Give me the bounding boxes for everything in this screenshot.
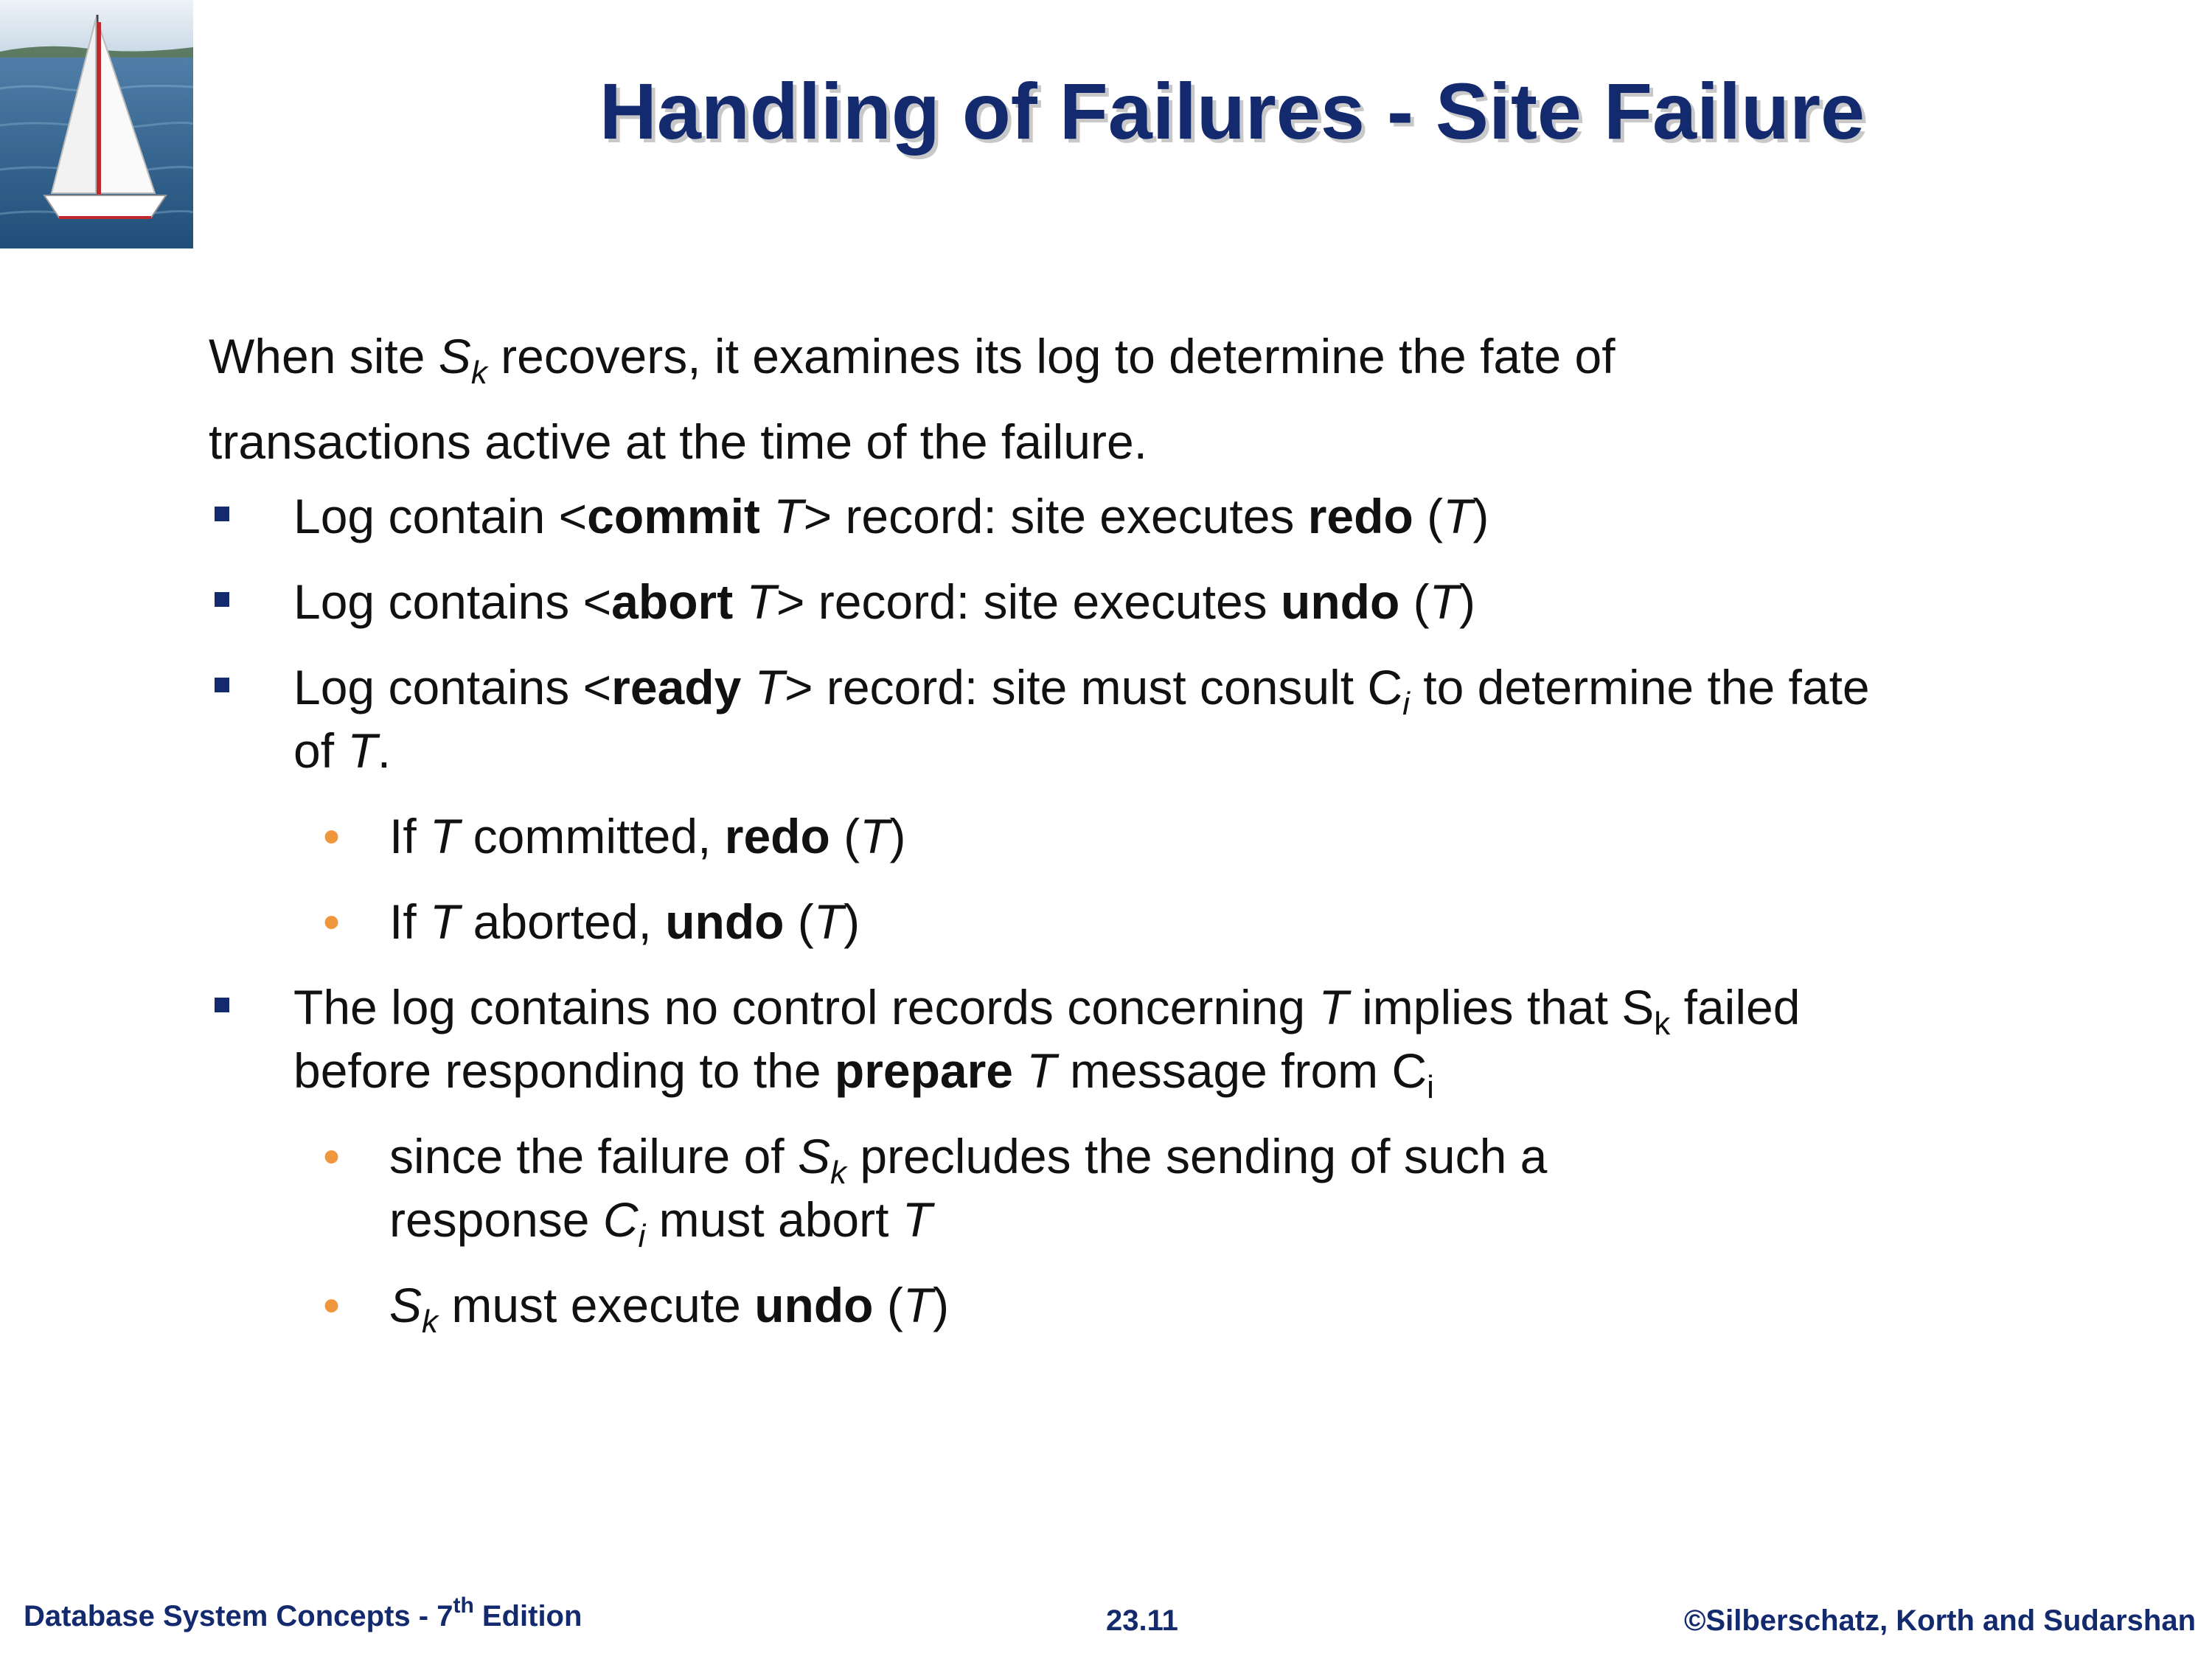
bullet-no-control-records: The log contains no control records conc… xyxy=(209,975,2015,1104)
dot-bullet-icon: • xyxy=(323,809,341,863)
sub-bullet-since-failure: • since the failure of Sk precludes the … xyxy=(209,1124,2015,1253)
sub-bullet-execute-undo: • Sk must execute undo (T) xyxy=(209,1273,2015,1359)
bullet-ready: Log contains <ready T> record: site must… xyxy=(209,655,2015,782)
bullet-commit: Log contain <commit T> record: site exec… xyxy=(209,484,2015,570)
dot-bullet-icon: • xyxy=(323,1278,341,1332)
sub-bullet-aborted: • If T aborted, undo (T) xyxy=(209,890,2015,975)
sailboat-logo xyxy=(0,0,193,248)
dot-bullet-icon: • xyxy=(323,1129,341,1183)
slide-title: Handling of Failures - Site Failure xyxy=(599,66,1865,156)
square-bullet-icon xyxy=(215,507,229,521)
slide-content: When site Sk recovers, it examines its l… xyxy=(209,313,2015,1359)
sub-bullet-committed: • If T committed, redo (T) xyxy=(209,804,2015,890)
dot-bullet-icon: • xyxy=(323,894,341,949)
footer-page-number: 23.11 xyxy=(1106,1604,1178,1637)
square-bullet-icon xyxy=(215,592,229,607)
footer-copyright: ©Silberschatz, Korth and Sudarshan xyxy=(1683,1604,2196,1637)
intro-line-1: When site Sk recovers, it examines its l… xyxy=(209,329,1615,391)
intro-line-2: transactions active at the time of the f… xyxy=(209,414,1147,469)
slide-footer: Database System Concepts - 7th Edition 2… xyxy=(0,1578,2212,1659)
square-bullet-icon xyxy=(215,998,229,1012)
bullet-abort: Log contains <abort T> record: site exec… xyxy=(209,570,2015,655)
footer-book-title: Database System Concepts - 7th Edition xyxy=(24,1593,582,1633)
square-bullet-icon xyxy=(215,678,229,692)
